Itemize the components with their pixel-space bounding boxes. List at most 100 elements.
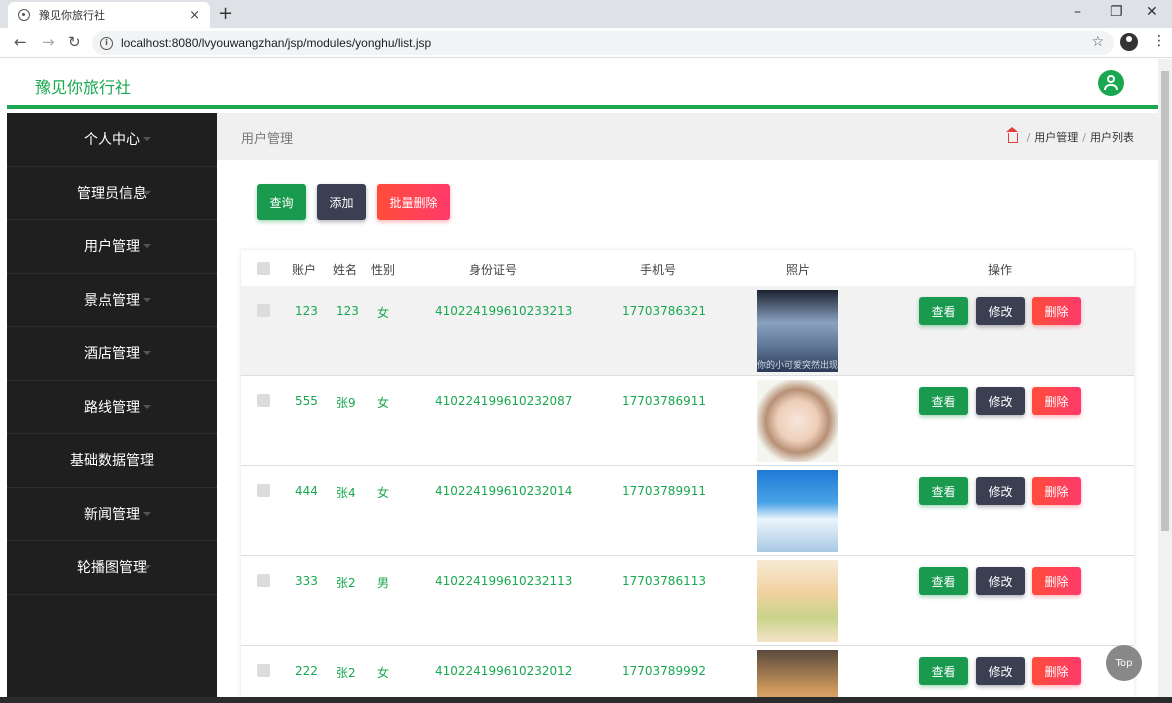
tab-close-icon[interactable]: × xyxy=(189,8,200,23)
sidebar: 个人中心 管理员信息 用户管理 景点管理 酒店管理 路线管理 基础数据管理 新闻… xyxy=(7,113,217,697)
caret-down-icon xyxy=(143,404,151,409)
header-photo: 照片 xyxy=(786,263,811,277)
add-button[interactable]: 添加 xyxy=(317,184,366,220)
menu-kebab-icon[interactable]: ⋮ xyxy=(1152,33,1166,49)
sidebar-item-hotel-management[interactable]: 酒店管理 xyxy=(7,327,217,381)
view-button[interactable]: 查看 xyxy=(919,567,968,595)
row-checkbox[interactable] xyxy=(257,394,270,407)
sidebar-item-label: 轮播图管理 xyxy=(77,560,147,577)
cell-name: 张9 xyxy=(336,396,356,410)
breadcrumb-user-management[interactable]: 用户管理 xyxy=(1034,129,1078,145)
reload-icon[interactable]: ↻ xyxy=(68,33,81,51)
profile-icon[interactable] xyxy=(1120,33,1138,51)
browser-tab[interactable]: 豫见你旅行社 × xyxy=(8,2,210,28)
sidebar-item-label: 路线管理 xyxy=(84,399,140,416)
cell-phone: 17703786321 xyxy=(622,304,706,318)
back-icon[interactable]: ← xyxy=(14,33,27,51)
sidebar-item-label: 用户管理 xyxy=(84,239,140,256)
view-button[interactable]: 查看 xyxy=(919,657,968,685)
close-window-icon[interactable]: ✕ xyxy=(1146,4,1158,20)
url-field[interactable]: i localhost:8080/lvyouwangzhan/jsp/modul… xyxy=(92,31,1114,55)
cell-account: 444 xyxy=(295,484,318,498)
breadcrumb-user-list: 用户列表 xyxy=(1090,131,1134,144)
table-row: 555 张9 女 410224199610232087 17703786911 … xyxy=(241,376,1134,466)
forward-icon[interactable]: → xyxy=(42,33,55,51)
delete-button[interactable]: 删除 xyxy=(1032,567,1081,595)
home-icon[interactable] xyxy=(1005,127,1018,143)
new-tab-icon[interactable]: + xyxy=(218,3,233,24)
caret-down-icon xyxy=(143,244,151,248)
sidebar-item-label: 景点管理 xyxy=(84,292,140,309)
user-photo: 你的小可爱突然出现 xyxy=(757,290,838,372)
page-title: 用户管理 xyxy=(241,132,294,147)
table-row: 222 张2 女 410224199610232012 17703789992 … xyxy=(241,646,1134,697)
header-gender: 性别 xyxy=(371,263,396,277)
restore-icon[interactable]: ❐ xyxy=(1110,4,1123,20)
delete-button[interactable]: 删除 xyxy=(1032,297,1081,325)
row-checkbox[interactable] xyxy=(257,304,270,317)
edit-button[interactable]: 修改 xyxy=(976,567,1025,595)
delete-button[interactable]: 删除 xyxy=(1032,477,1081,505)
info-icon[interactable]: i xyxy=(100,36,113,50)
sidebar-item-scenic-management[interactable]: 景点管理 xyxy=(7,274,217,327)
scrollbar-thumb[interactable] xyxy=(1161,71,1169,531)
row-checkbox[interactable] xyxy=(257,664,270,677)
edit-button[interactable]: 修改 xyxy=(976,387,1025,415)
sidebar-item-label: 基础数据管理 xyxy=(70,453,154,470)
photo-caption: 你的小可爱突然出现 xyxy=(757,361,838,371)
edit-button[interactable]: 修改 xyxy=(976,297,1025,325)
view-button[interactable]: 查看 xyxy=(919,387,968,415)
main-content: 用户管理 / 用户管理 / 用户列表 查询 添加 批量删除 账户 姓名 性别 身… xyxy=(217,113,1158,697)
bookmark-star-icon[interactable]: ☆ xyxy=(1091,34,1104,50)
cell-account: 555 xyxy=(295,394,318,408)
cell-phone: 17703789992 xyxy=(622,664,706,678)
user-avatar-icon[interactable] xyxy=(1098,70,1124,96)
cell-gender: 女 xyxy=(377,396,390,410)
header-actions: 操作 xyxy=(988,263,1013,277)
caret-down-icon xyxy=(143,190,151,195)
cell-id-number: 410224199610232113 xyxy=(435,574,573,588)
select-all-checkbox[interactable] xyxy=(257,262,270,275)
sidebar-item-personal-center[interactable]: 个人中心 xyxy=(7,113,217,167)
cell-account: 222 xyxy=(295,664,318,678)
view-button[interactable]: 查看 xyxy=(919,297,968,325)
sidebar-item-admin-info[interactable]: 管理员信息 xyxy=(7,167,217,220)
edit-button[interactable]: 修改 xyxy=(976,477,1025,505)
cell-id-number: 410224199610232012 xyxy=(435,664,573,678)
header-account: 账户 xyxy=(292,263,317,277)
url-text: localhost:8080/lvyouwangzhan/jsp/modules… xyxy=(121,36,432,50)
edit-button[interactable]: 修改 xyxy=(976,657,1025,685)
header-phone: 手机号 xyxy=(640,263,677,277)
sidebar-item-carousel-management[interactable]: 轮播图管理 xyxy=(7,541,217,595)
page-scrollbar[interactable] xyxy=(1158,59,1172,697)
breadcrumb-separator: / xyxy=(1082,130,1086,144)
delete-button[interactable]: 删除 xyxy=(1032,387,1081,415)
delete-button[interactable]: 删除 xyxy=(1032,657,1081,685)
browser-tab-bar: 豫见你旅行社 × + – ❐ ✕ xyxy=(0,0,1172,28)
sidebar-item-label: 新闻管理 xyxy=(84,506,140,523)
cell-name: 张2 xyxy=(336,666,356,680)
caret-down-icon xyxy=(143,297,151,302)
user-photo xyxy=(757,470,838,552)
batch-delete-button[interactable]: 批量删除 xyxy=(377,184,450,220)
minimize-icon[interactable]: – xyxy=(1074,4,1081,20)
cell-name: 张2 xyxy=(336,576,356,590)
page-header: 用户管理 / 用户管理 / 用户列表 xyxy=(217,113,1158,160)
back-to-top-button[interactable]: Top xyxy=(1106,645,1142,681)
cell-name: 123 xyxy=(336,304,359,318)
row-checkbox[interactable] xyxy=(257,574,270,587)
cell-gender: 男 xyxy=(377,576,390,590)
cell-phone: 17703786113 xyxy=(622,574,706,588)
sidebar-item-user-management[interactable]: 用户管理 xyxy=(7,220,217,274)
row-checkbox[interactable] xyxy=(257,484,270,497)
os-taskbar xyxy=(0,697,1172,703)
user-photo xyxy=(757,380,838,462)
view-button[interactable]: 查看 xyxy=(919,477,968,505)
cell-id-number: 410224199610232087 xyxy=(435,394,573,408)
caret-down-icon xyxy=(143,511,151,516)
sidebar-item-base-data[interactable]: 基础数据管理 xyxy=(7,434,217,488)
sidebar-item-route-management[interactable]: 路线管理 xyxy=(7,381,217,434)
table-row: 123 123 女 410224199610233213 17703786321… xyxy=(241,286,1134,376)
query-button[interactable]: 查询 xyxy=(257,184,306,220)
sidebar-item-news-management[interactable]: 新闻管理 xyxy=(7,488,217,541)
